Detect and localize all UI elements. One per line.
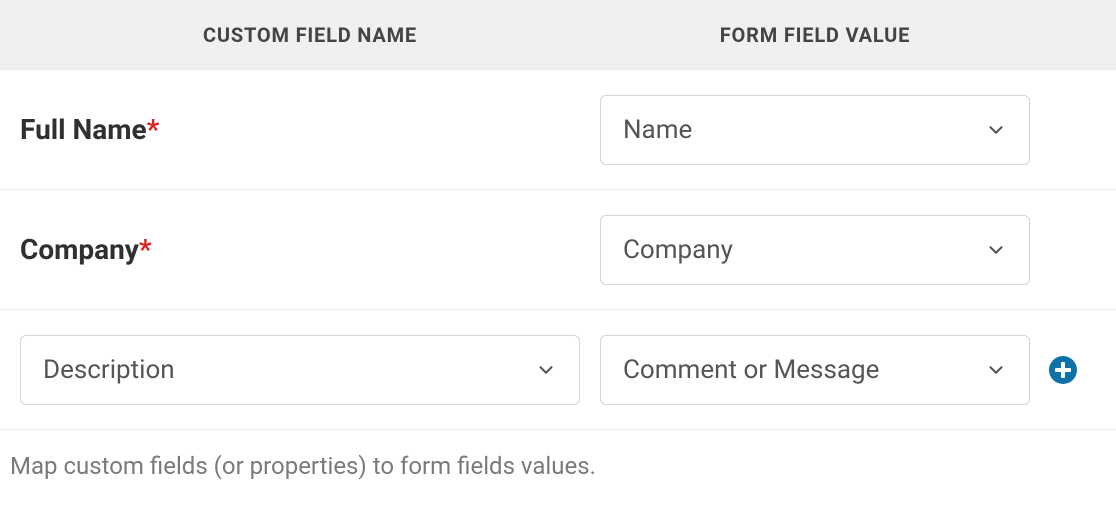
plus-circle-icon: [1048, 355, 1078, 385]
select-value: Description: [43, 355, 175, 385]
helper-text: Map custom fields (or properties) to for…: [0, 430, 1116, 480]
required-mark: *: [139, 233, 152, 266]
select-value: Comment or Message: [623, 355, 879, 385]
add-row-button[interactable]: [1048, 355, 1078, 385]
field-label-company: Company*: [20, 233, 152, 266]
field-label-text: Full Name: [20, 113, 147, 146]
form-field-value-select[interactable]: Company: [600, 215, 1030, 285]
select-value: Company: [623, 235, 733, 265]
field-label-text: Company: [20, 233, 139, 266]
mapping-row: Description Comment or Message: [0, 310, 1116, 430]
header-form-field-value: FORM FIELD VALUE: [600, 23, 1030, 47]
mapping-row: Company* Company: [0, 190, 1116, 310]
chevron-down-icon: [985, 119, 1007, 141]
form-field-value-select[interactable]: Comment or Message: [600, 335, 1030, 405]
form-field-value-select[interactable]: Name: [600, 95, 1030, 165]
header-custom-field-name: CUSTOM FIELD NAME: [20, 23, 600, 47]
chevron-down-icon: [535, 359, 557, 381]
table-header: CUSTOM FIELD NAME FORM FIELD VALUE: [0, 0, 1116, 70]
field-label-full-name: Full Name*: [20, 113, 159, 146]
chevron-down-icon: [985, 239, 1007, 261]
custom-field-name-select[interactable]: Description: [20, 335, 580, 405]
mapping-row: Full Name* Name: [0, 70, 1116, 190]
required-mark: *: [147, 113, 160, 146]
chevron-down-icon: [985, 359, 1007, 381]
select-value: Name: [623, 115, 692, 145]
